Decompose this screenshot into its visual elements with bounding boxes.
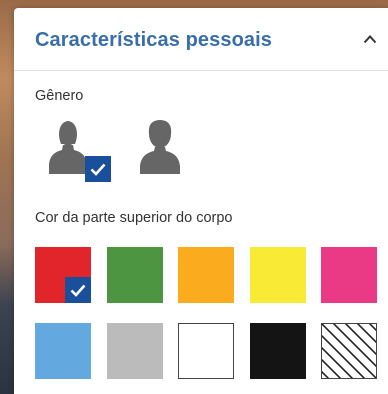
selected-check-icon [85,156,111,182]
color-swatch-yellow[interactable] [250,247,306,303]
male-person-icon [140,120,180,174]
chevron-up-icon[interactable] [363,34,377,44]
upper-body-color-label: Cor da parte superior do corpo [35,210,233,226]
personal-characteristics-panel: Características pessoais Gênero Cor da p… [14,8,388,394]
color-swatch-gray[interactable] [107,323,163,379]
gender-label: Gênero [35,88,84,104]
color-swatch-pattern[interactable] [321,323,377,379]
color-swatch-black[interactable] [250,323,306,379]
gender-option-female[interactable] [44,116,111,182]
color-swatch-orange[interactable] [178,247,234,303]
color-swatch-blue[interactable] [35,323,91,379]
diagonal-stripes-pattern-icon [322,324,376,378]
color-swatch-green[interactable] [107,247,163,303]
color-swatch-red[interactable] [35,247,91,303]
color-swatch-pink[interactable] [321,247,377,303]
color-swatch-white[interactable] [178,323,234,379]
gender-option-male[interactable] [138,116,198,180]
selected-check-icon [65,277,91,303]
panel-header[interactable]: Características pessoais [14,8,388,71]
panel-title: Características pessoais [35,29,272,51]
